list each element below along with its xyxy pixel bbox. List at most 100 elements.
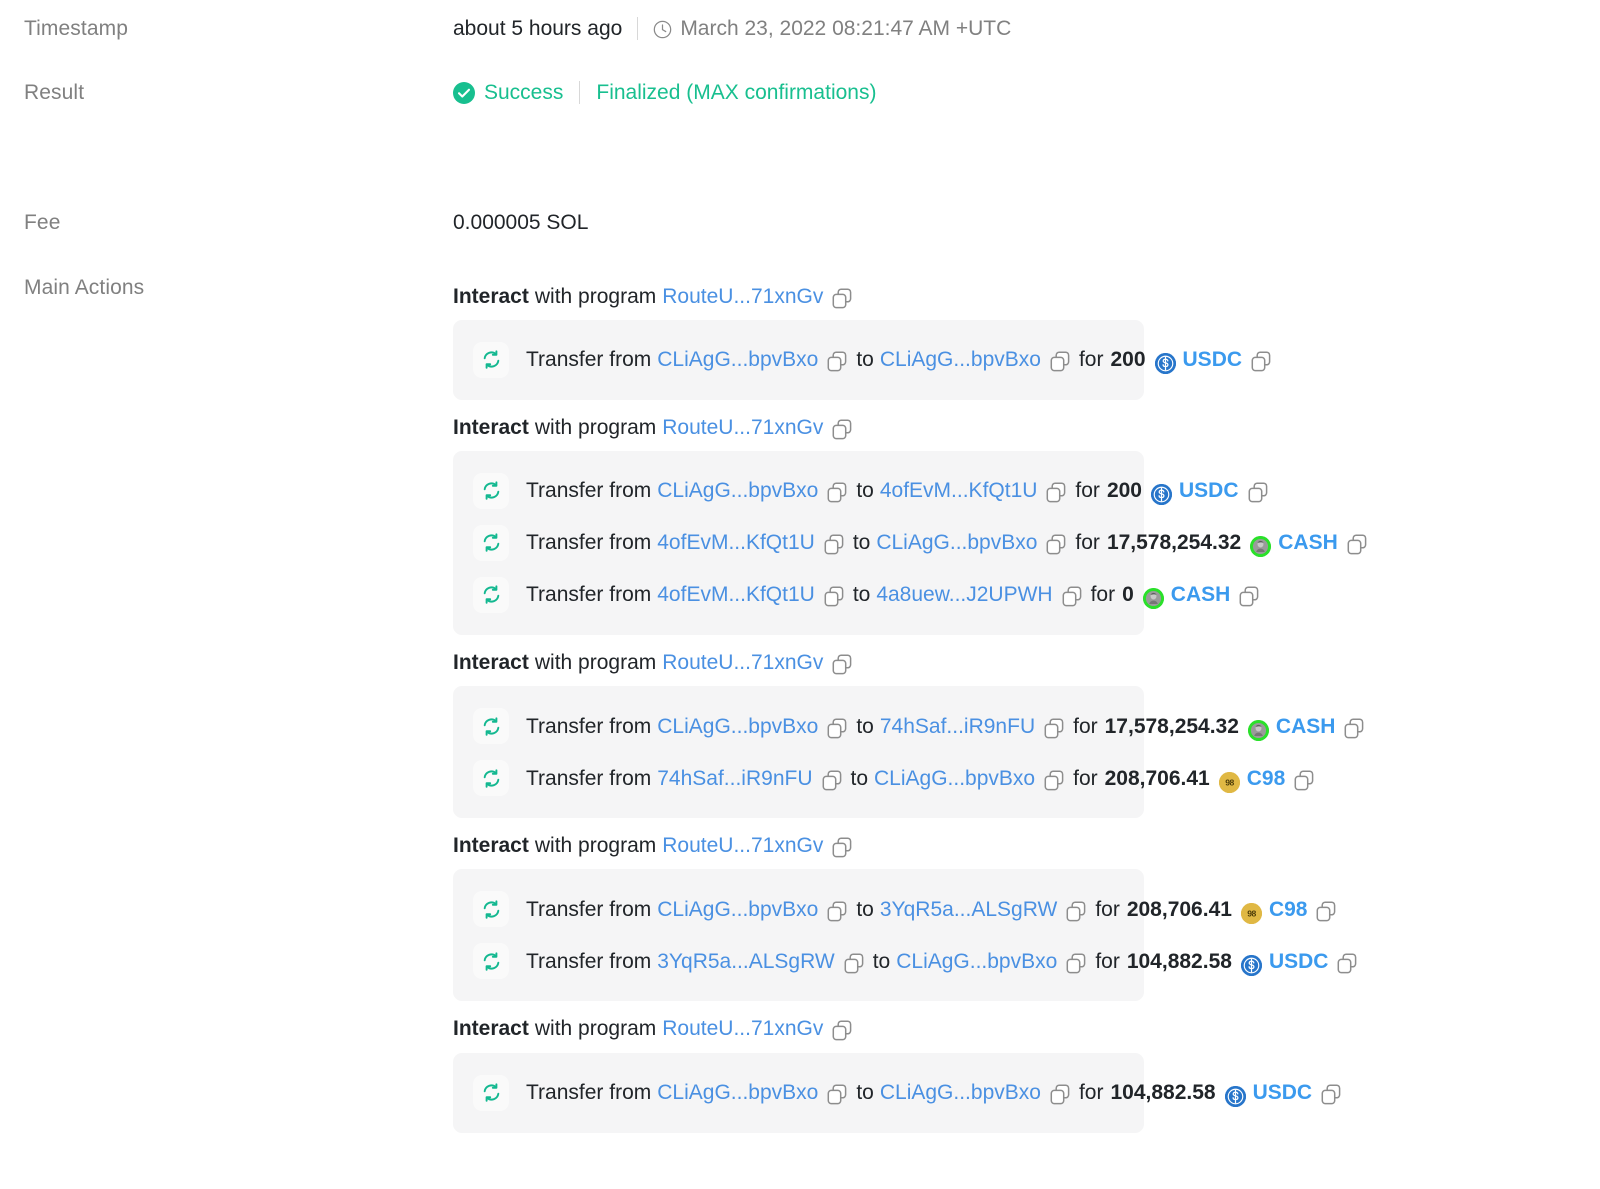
result-row: Result Success Finalized (MAX confirmati… <box>0 80 1600 105</box>
transfer-from-address[interactable]: 4ofEvM...KfQt1U <box>657 530 815 555</box>
copy-icon[interactable] <box>1337 953 1357 974</box>
token-symbol[interactable]: CASH <box>1276 714 1336 739</box>
result-label: Result <box>24 81 85 105</box>
transfer-row: Transfer from 4ofEvM...KfQt1U to 4a8uew...J… <box>453 569 1259 621</box>
transfer-from-address[interactable]: CLiAgG...bpvBxo <box>657 347 818 372</box>
copy-icon[interactable] <box>824 586 844 607</box>
transfer-to-address[interactable]: CLiAgG...bpvBxo <box>874 766 1035 791</box>
with-program-text: with program <box>534 284 657 308</box>
usdc-token-icon <box>1224 1086 1246 1107</box>
copy-icon[interactable] <box>1347 534 1367 555</box>
transfer-to-address[interactable]: 3YqR5a...ALSgRW <box>880 897 1057 922</box>
copy-icon[interactable] <box>1316 901 1336 922</box>
interact-program-line: Interact with program RouteU...71xnGv <box>453 1007 1600 1050</box>
transfer-from-address[interactable]: CLiAgG...bpvBxo <box>657 1080 818 1105</box>
interact-program-line: Interact with program RouteU...71xnGv <box>453 824 1600 867</box>
copy-icon[interactable] <box>827 1084 847 1105</box>
transfer-to-address[interactable]: 4a8uew...J2UPWH <box>876 582 1052 607</box>
interact-keyword: Interact <box>453 284 529 308</box>
timestamp-label: Timestamp <box>24 17 128 40</box>
action-group: Interact with program RouteU...71xnGv Trans… <box>453 641 1600 819</box>
copy-icon[interactable] <box>1044 770 1064 791</box>
copy-icon[interactable] <box>844 953 864 974</box>
fee-value: 0.000005 SOL <box>453 211 589 235</box>
token-symbol[interactable]: CASH <box>1278 530 1338 555</box>
transfer-to-address[interactable]: CLiAgG...bpvBxo <box>896 949 1057 974</box>
swap-icon <box>481 480 502 501</box>
transfer-block: Transfer from CLiAgG...bpvBxo to 3YqR5a...A… <box>453 869 1357 1002</box>
program-link[interactable]: RouteU...71xnGv <box>662 284 823 309</box>
to-text: to <box>856 479 874 503</box>
copy-icon[interactable] <box>827 901 847 922</box>
token-symbol[interactable]: USDC <box>1183 347 1243 372</box>
cash-token-icon <box>1250 536 1272 558</box>
copy-icon[interactable] <box>1050 1084 1070 1105</box>
swap-icon-chip <box>473 1074 509 1111</box>
transfer-from-address[interactable]: 4ofEvM...KfQt1U <box>657 582 815 607</box>
token-symbol[interactable]: USDC <box>1179 478 1239 503</box>
copy-icon[interactable] <box>832 654 852 675</box>
transfer-to-address[interactable]: 74hSaf...iR9nFU <box>880 714 1035 739</box>
copy-icon[interactable] <box>832 1020 852 1041</box>
copy-icon[interactable] <box>832 837 852 858</box>
transfer-from-address[interactable]: CLiAgG...bpvBxo <box>657 897 818 922</box>
copy-icon[interactable] <box>1294 770 1314 791</box>
transfer-from-text: Transfer from <box>526 348 652 372</box>
transfer-to-address[interactable]: CLiAgG...bpvBxo <box>880 1080 1041 1105</box>
copy-icon[interactable] <box>1239 586 1259 607</box>
copy-icon[interactable] <box>1050 351 1070 372</box>
copy-icon[interactable] <box>832 419 852 440</box>
transfer-from-text: Transfer from <box>526 531 652 555</box>
transfer-to-address[interactable]: 4ofEvM...KfQt1U <box>880 478 1038 503</box>
copy-icon[interactable] <box>1066 901 1086 922</box>
copy-icon[interactable] <box>1066 953 1086 974</box>
copy-icon[interactable] <box>822 770 842 791</box>
transfer-from-text: Transfer from <box>526 766 652 790</box>
token-symbol[interactable]: CASH <box>1171 582 1231 607</box>
program-link[interactable]: RouteU...71xnGv <box>662 1016 823 1041</box>
swap-icon <box>481 899 502 920</box>
transfer-from-address[interactable]: 3YqR5a...ALSgRW <box>657 949 834 974</box>
swap-icon-chip <box>473 472 509 509</box>
transfer-from-address[interactable]: 74hSaf...iR9nFU <box>657 766 812 791</box>
transfer-row: Transfer from 4ofEvM...KfQt1U to CLiAgG...b… <box>453 517 1367 569</box>
token-symbol[interactable]: C98 <box>1247 766 1286 791</box>
copy-icon[interactable] <box>1062 586 1082 607</box>
copy-icon[interactable] <box>832 288 852 309</box>
token-symbol[interactable]: USDC <box>1269 949 1329 974</box>
copy-icon[interactable] <box>1248 482 1268 503</box>
cash-token-icon <box>1247 719 1269 741</box>
transfer-from-text: Transfer from <box>526 949 652 973</box>
transfer-to-address[interactable]: CLiAgG...bpvBxo <box>880 347 1041 372</box>
transfer-row: Transfer from 3YqR5a...ALSgRW to CLiAgG...b… <box>453 935 1357 987</box>
copy-icon[interactable] <box>1046 482 1066 503</box>
transfer-from-text: Transfer from <box>526 714 652 738</box>
transfer-row: Transfer from CLiAgG...bpvBxo to CLiAgG...b… <box>453 1067 1341 1119</box>
copy-icon[interactable] <box>1344 718 1364 739</box>
transfer-amount: 17,578,254.32 <box>1106 531 1242 555</box>
for-text: for <box>1078 348 1104 372</box>
copy-icon[interactable] <box>1321 1084 1341 1105</box>
program-link[interactable]: RouteU...71xnGv <box>662 650 823 675</box>
token-symbol[interactable]: C98 <box>1269 897 1308 922</box>
copy-icon[interactable] <box>1251 351 1271 372</box>
status-badge: Success <box>484 81 564 105</box>
swap-icon-chip <box>473 943 509 980</box>
copy-icon[interactable] <box>827 351 847 372</box>
program-link[interactable]: RouteU...71xnGv <box>662 415 823 440</box>
token-symbol[interactable]: USDC <box>1253 1080 1313 1105</box>
copy-icon[interactable] <box>1046 534 1066 555</box>
transfer-amount: 200 <box>1106 479 1142 503</box>
copy-icon[interactable] <box>824 534 844 555</box>
transfer-to-address[interactable]: CLiAgG...bpvBxo <box>876 530 1037 555</box>
copy-icon[interactable] <box>1044 718 1064 739</box>
swap-icon <box>481 716 502 737</box>
program-link[interactable]: RouteU...71xnGv <box>662 833 823 858</box>
transfer-from-address[interactable]: CLiAgG...bpvBxo <box>657 478 818 503</box>
transfer-from-address[interactable]: CLiAgG...bpvBxo <box>657 714 818 739</box>
interact-keyword: Interact <box>453 1017 529 1041</box>
for-text: for <box>1090 583 1116 607</box>
copy-icon[interactable] <box>827 482 847 503</box>
copy-icon[interactable] <box>827 718 847 739</box>
interact-keyword: Interact <box>453 415 529 439</box>
